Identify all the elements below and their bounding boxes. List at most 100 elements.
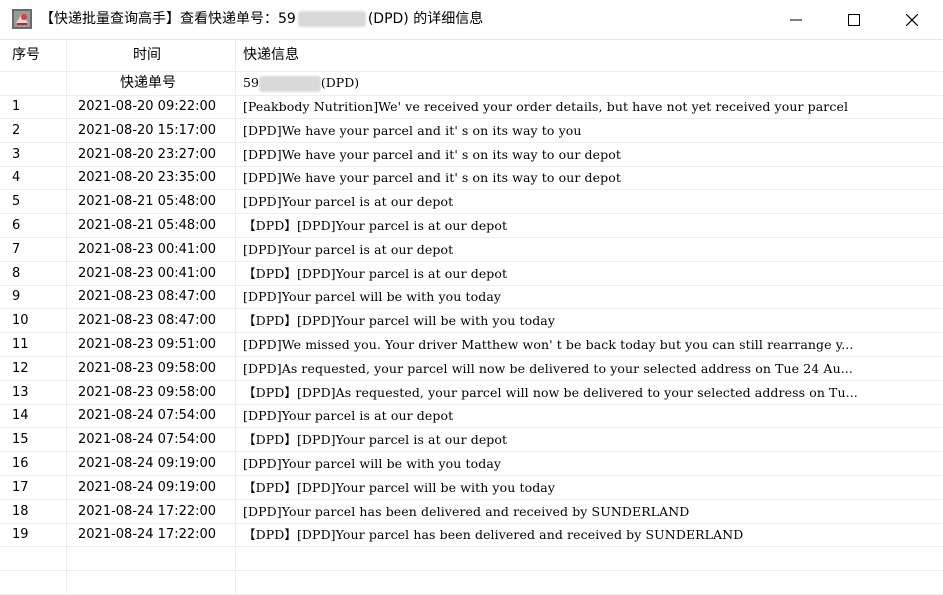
row-info: [DPD]Your parcel is at our depot	[243, 241, 454, 257]
table-row[interactable]: 7 2021-08-23 00:41:00 [DPD]Your parcel is …	[0, 238, 943, 262]
row-info: [Peakbody Nutrition]We' ve received your…	[243, 99, 849, 114]
row-number: 8	[12, 265, 21, 281]
row-number: 11	[12, 337, 29, 352]
title-bar[interactable]: 【快递批量查询高手】查看快递单号：59 (DPD) 的详细信息	[0, 0, 943, 40]
table-row[interactable]: 4 2021-08-20 23:35:00 [DPD]We have your pa…	[0, 166, 943, 191]
table-row[interactable]: 17 2021-08-24 09:19:00 【DPD】[DPD]Your parc…	[0, 476, 943, 500]
table-row[interactable]: 15 2021-08-24 07:54:00 【DPD】[DPD]Your parc…	[0, 428, 943, 453]
row-time: 2021-08-23 09:51:00	[78, 337, 217, 352]
row-time: 2021-08-23 00:41:00	[78, 241, 217, 257]
window-title: 【快递批量查询高手】查看快递单号：59 (DPD) 的详细信息	[40, 0, 483, 39]
table-row[interactable]: 2 2021-08-20 15:17:00 [DPD]We have your pa…	[0, 119, 943, 143]
row-number: 9	[12, 289, 21, 305]
tracking-table[interactable]: 序号 时间 快递信息 快递单号 59 (DPD) 1 2021-08-20 09:2…	[0, 40, 943, 595]
tracking-number-prefix: 59	[243, 75, 259, 90]
row-info: [DPD]We have your parcel and it' s on it…	[243, 170, 621, 186]
maximize-icon	[848, 13, 860, 26]
row-number: 4	[12, 170, 21, 186]
row-number: 1	[12, 99, 21, 114]
row-info: 【DPD】[DPD]Your parcel is at our depot	[243, 265, 508, 281]
close-button[interactable]	[883, 0, 941, 39]
table-row[interactable]: 6 2021-08-21 05:48:00 【DPD】[DPD]Your parce…	[0, 214, 943, 238]
table-row[interactable]: 12 2021-08-23 09:58:00 [DPD]As requested, …	[0, 357, 943, 381]
app-logo-icon	[12, 9, 32, 29]
table-row[interactable]: 14 2021-08-24 07:54:00 [DPD]Your parcel is…	[0, 404, 943, 429]
table-row[interactable]: 11 2021-08-23 09:51:00 [DPD]We missed you.…	[0, 333, 943, 357]
header-no[interactable]: 序号	[12, 40, 40, 71]
header-time[interactable]: 时间	[133, 40, 161, 71]
row-time: 2021-08-24 07:54:00	[78, 432, 217, 448]
row-time: 2021-08-20 23:35:00	[78, 170, 217, 186]
row-number: 13	[12, 384, 29, 400]
row-number: 18	[12, 503, 29, 519]
row-info: 【DPD】[DPD]Your parcel will be with you t…	[243, 479, 556, 495]
row-info: [DPD]Your parcel has been delivered and …	[243, 503, 690, 519]
minimize-icon	[790, 19, 802, 20]
row-time: 2021-08-23 09:58:00	[78, 360, 217, 376]
row-info: 【DPD】[DPD]Your parcel has been delivered…	[243, 527, 744, 543]
row-time: 2021-08-24 07:54:00	[78, 408, 217, 424]
window-title-prefix: 【快递批量查询高手】查看快递单号：59	[40, 11, 296, 27]
row-time: 2021-08-20 23:27:00	[78, 146, 217, 162]
tracking-carrier: (DPD)	[320, 75, 360, 90]
table-row[interactable]: 5 2021-08-21 05:48:00 [DPD]Your parcel is …	[0, 190, 943, 215]
row-info: [DPD]We missed you. Your driver Matthew …	[243, 337, 854, 352]
row-time: 2021-08-21 05:48:00	[78, 218, 217, 233]
row-time: 2021-08-23 08:47:00	[78, 313, 217, 329]
row-time: 2021-08-24 17:22:00	[78, 527, 217, 543]
row-info: [DPD]Your parcel is at our depot	[243, 408, 454, 424]
tracking-number-label: 快递单号	[120, 75, 176, 91]
table-row[interactable]: 1 2021-08-20 09:22:00 [Peakbody Nutrition]…	[0, 95, 943, 119]
row-time: 2021-08-20 09:22:00	[78, 99, 217, 114]
maximize-button[interactable]	[825, 0, 883, 39]
table-row[interactable]: 13 2021-08-23 09:58:00 【DPD】[DPD]As reques…	[0, 381, 943, 405]
row-info: 【DPD】[DPD]Your parcel will be with you t…	[243, 313, 556, 329]
row-time: 2021-08-24 09:19:00	[78, 479, 217, 495]
close-icon	[906, 13, 918, 26]
redacted-tracking-number	[258, 75, 321, 92]
table-row[interactable]: 3 2021-08-20 23:27:00 [DPD]We have your pa…	[0, 143, 943, 167]
header-info[interactable]: 快递信息	[243, 40, 299, 71]
row-number: 7	[12, 241, 21, 257]
row-info: [DPD]As requested, your parcel will now …	[243, 360, 853, 376]
row-time: 2021-08-24 17:22:00	[78, 503, 217, 519]
minimize-button[interactable]	[767, 0, 825, 39]
row-number: 16	[12, 456, 29, 471]
row-number: 10	[12, 313, 29, 329]
row-info: [DPD]We have your parcel and it' s on it…	[243, 122, 582, 138]
row-info: [DPD]Your parcel is at our depot	[243, 194, 454, 210]
table-row[interactable]: 16 2021-08-24 09:19:00 [DPD]Your parcel wi…	[0, 452, 943, 476]
table-row[interactable]: 18 2021-08-24 17:22:00 [DPD]Your parcel ha…	[0, 500, 943, 524]
row-time: 2021-08-24 09:19:00	[78, 456, 217, 471]
row-time: 2021-08-23 09:58:00	[78, 384, 217, 400]
row-number: 6	[12, 218, 21, 233]
row-number: 3	[12, 146, 21, 162]
row-info: 【DPD】[DPD]As requested, your parcel will…	[243, 384, 858, 400]
empty-row	[0, 547, 943, 572]
row-info: [DPD]We have your parcel and it' s on it…	[243, 146, 621, 162]
tracking-number-value: 59 (DPD)	[243, 71, 359, 95]
row-number: 5	[12, 194, 21, 210]
table-row[interactable]: 10 2021-08-23 08:47:00 【DPD】[DPD]Your parc…	[0, 309, 943, 334]
row-info: [DPD]Your parcel will be with you today	[243, 456, 502, 471]
row-number: 17	[12, 479, 29, 495]
detail-window: 【快递批量查询高手】查看快递单号：59 (DPD) 的详细信息 序号 时间 快递信…	[0, 0, 943, 595]
table-row[interactable]: 8 2021-08-23 00:41:00 【DPD】[DPD]Your parce…	[0, 262, 943, 286]
row-info: 【DPD】[DPD]Your parcel is at our depot	[243, 432, 508, 448]
row-number: 14	[12, 408, 29, 424]
row-time: 2021-08-23 00:41:00	[78, 265, 217, 281]
row-number: 15	[12, 432, 29, 448]
window-title-suffix: (DPD) 的详细信息	[367, 11, 484, 27]
table-row[interactable]: 19 2021-08-24 17:22:00 【DPD】[DPD]Your parc…	[0, 523, 943, 548]
row-time: 2021-08-21 05:48:00	[78, 194, 217, 210]
empty-row	[0, 571, 943, 595]
row-time: 2021-08-20 15:17:00	[78, 122, 217, 138]
row-number: 12	[12, 360, 29, 376]
row-number: 19	[12, 527, 29, 543]
row-info: 【DPD】[DPD]Your parcel is at our depot	[243, 218, 508, 233]
table-row[interactable]: 9 2021-08-23 08:47:00 [DPD]Your parcel wil…	[0, 285, 943, 310]
row-number: 2	[12, 122, 21, 138]
row-time: 2021-08-23 08:47:00	[78, 289, 217, 305]
redacted-tracking-number	[297, 11, 366, 27]
row-info: [DPD]Your parcel will be with you today	[243, 289, 502, 305]
